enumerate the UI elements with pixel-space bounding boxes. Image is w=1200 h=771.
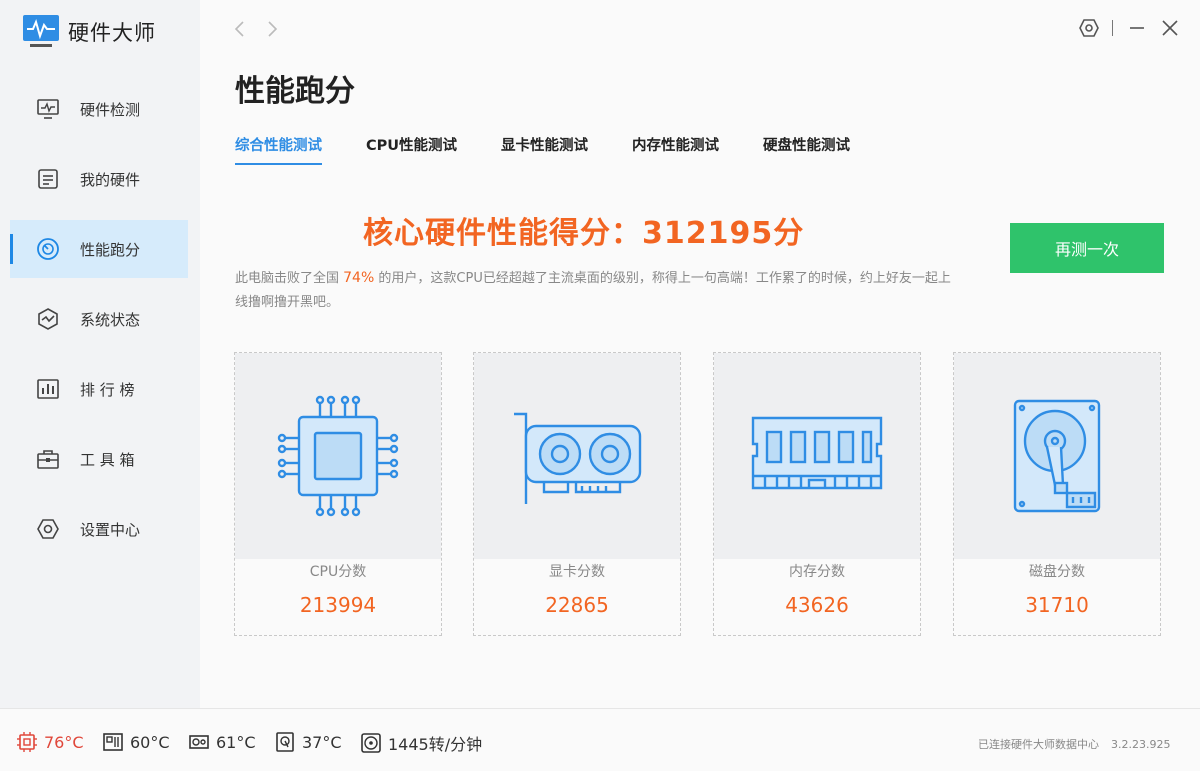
fan-icon bbox=[361, 733, 381, 753]
gpu-icon bbox=[189, 735, 209, 749]
close-icon[interactable] bbox=[1158, 16, 1182, 40]
minimize-icon[interactable] bbox=[1125, 16, 1149, 40]
sidebar-item-label: 排 行 榜 bbox=[80, 380, 135, 399]
cpu-score-card: CPU分数 213994 bbox=[234, 352, 442, 636]
status-bar: 76°C 60°C 61°C 37°C 1445转/分钟 已连接硬件大师数据中心… bbox=[0, 708, 1200, 771]
card-label: CPU分数 bbox=[309, 564, 367, 580]
card-label: 磁盘分数 bbox=[1029, 564, 1085, 580]
settings-gear-icon[interactable] bbox=[1077, 16, 1101, 40]
sidebar-item-label: 工 具 箱 bbox=[80, 450, 135, 469]
board-temp-stat: 60°C bbox=[102, 731, 170, 753]
card-score: 43626 bbox=[785, 593, 849, 617]
memory-score-card: 内存分数 43626 bbox=[713, 352, 921, 636]
sidebar-item-toolbox[interactable]: 工 具 箱 bbox=[10, 430, 188, 488]
sidebar: 硬件大师 硬件检测 我的硬件 性能跑分 系统状态 排 行 榜 工 具 箱 设置中… bbox=[0, 0, 200, 708]
page-title: 性能跑分 bbox=[235, 74, 355, 109]
sidebar-item-ranking[interactable]: 排 行 榜 bbox=[10, 360, 188, 418]
settings-hex-icon bbox=[37, 519, 59, 539]
monitor-icon bbox=[37, 99, 59, 119]
tab-memory[interactable]: 内存性能测试 bbox=[632, 134, 719, 165]
tab-gpu[interactable]: 显卡性能测试 bbox=[501, 134, 588, 165]
disk-temp-stat: 37°C bbox=[274, 731, 342, 753]
sidebar-item-label: 硬件检测 bbox=[80, 100, 141, 119]
description-text-start: 此电脑击败了全国 bbox=[235, 271, 344, 286]
back-arrow-icon[interactable] bbox=[230, 18, 250, 40]
cpu-chip-icon bbox=[277, 395, 399, 517]
hardware-list-icon bbox=[38, 169, 58, 189]
sidebar-nav: 硬件检测 我的硬件 性能跑分 系统状态 排 行 榜 工 具 箱 设置中心 bbox=[10, 80, 188, 570]
fan-speed-stat: 1445转/分钟 bbox=[360, 731, 482, 755]
score-description: 此电脑击败了全国 74% 的用户，这款CPU已经超越了主流桌面的级别，称得上一句… bbox=[235, 266, 955, 315]
title-divider bbox=[1112, 20, 1113, 36]
tab-overall[interactable]: 综合性能测试 bbox=[235, 134, 322, 165]
tab-disk[interactable]: 硬盘性能测试 bbox=[763, 134, 850, 165]
app-logo-icon bbox=[23, 15, 59, 47]
main-panel: 性能跑分 综合性能测试 CPU性能测试 显卡性能测试 内存性能测试 硬盘性能测试… bbox=[200, 0, 1200, 708]
gpu-score-card: 显卡分数 22865 bbox=[473, 352, 681, 636]
toolbox-icon bbox=[37, 450, 59, 469]
disk-temp-value: 37°C bbox=[302, 732, 342, 752]
ranking-icon bbox=[37, 379, 59, 399]
retest-button[interactable]: 再测一次 bbox=[1010, 223, 1164, 273]
total-score-headline: 核心硬件性能得分：312195分 bbox=[363, 216, 805, 251]
cpu-temp-value: 76°C bbox=[44, 732, 84, 752]
speedometer-icon bbox=[37, 238, 59, 260]
forward-arrow-icon[interactable] bbox=[262, 18, 282, 40]
beat-percentage: 74% bbox=[343, 270, 375, 286]
benchmark-tabs: 综合性能测试 CPU性能测试 显卡性能测试 内存性能测试 硬盘性能测试 bbox=[235, 134, 894, 165]
sidebar-item-benchmark[interactable]: 性能跑分 bbox=[10, 220, 188, 278]
disk-icon bbox=[276, 732, 294, 752]
disk-score-card: 磁盘分数 31710 bbox=[953, 352, 1161, 636]
version-text: 3.2.23.925 bbox=[1111, 738, 1171, 751]
sidebar-item-label: 性能跑分 bbox=[80, 240, 141, 259]
connection-text: 已连接硬件大师数据中心 bbox=[978, 738, 1099, 751]
sidebar-item-hardware-detect[interactable]: 硬件检测 bbox=[10, 80, 188, 138]
gpu-card-art bbox=[474, 353, 680, 559]
card-score: 22865 bbox=[545, 593, 609, 617]
board-temp-value: 60°C bbox=[130, 732, 170, 752]
cpu-temp-icon bbox=[17, 732, 37, 752]
sidebar-item-settings[interactable]: 设置中心 bbox=[10, 500, 188, 558]
memory-card-art bbox=[714, 353, 920, 559]
graphics-card-icon bbox=[514, 412, 642, 504]
sidebar-item-label: 我的硬件 bbox=[80, 170, 141, 189]
sidebar-item-label: 系统状态 bbox=[80, 310, 141, 329]
disk-card-art bbox=[954, 353, 1160, 559]
connection-status: 已连接硬件大师数据中心 3.2.23.925 bbox=[978, 736, 1170, 752]
sidebar-item-system-status[interactable]: 系统状态 bbox=[10, 290, 188, 348]
tab-cpu[interactable]: CPU性能测试 bbox=[366, 134, 457, 165]
cpu-temp-stat: 76°C bbox=[16, 731, 84, 753]
app-title: 硬件大师 bbox=[68, 21, 156, 45]
sidebar-item-my-hardware[interactable]: 我的硬件 bbox=[10, 150, 188, 208]
brand: 硬件大师 bbox=[22, 14, 156, 50]
memory-module-icon bbox=[751, 416, 883, 490]
hard-disk-icon bbox=[1013, 399, 1101, 513]
card-label: 显卡分数 bbox=[549, 564, 605, 580]
motherboard-icon bbox=[103, 733, 123, 751]
gpu-temp-stat: 61°C bbox=[188, 731, 256, 753]
gpu-temp-value: 61°C bbox=[216, 732, 256, 752]
card-score: 213994 bbox=[299, 593, 377, 617]
cpu-card-art bbox=[235, 353, 441, 559]
system-status-icon bbox=[38, 308, 58, 330]
card-label: 内存分数 bbox=[789, 564, 845, 580]
card-score: 31710 bbox=[1025, 593, 1089, 617]
fan-speed-value: 1445转/分钟 bbox=[388, 735, 483, 754]
sidebar-item-label: 设置中心 bbox=[80, 520, 141, 539]
